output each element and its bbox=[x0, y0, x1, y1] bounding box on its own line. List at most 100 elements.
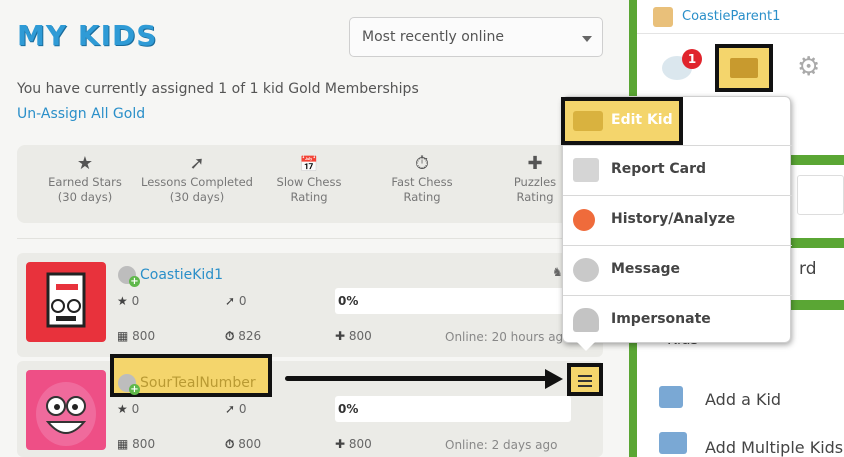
edit-kid-icon bbox=[573, 111, 603, 131]
kid-name-link[interactable]: CoastieKid1 bbox=[140, 267, 223, 283]
hamburger-icon bbox=[571, 367, 599, 387]
kid-stars: ★ 0 bbox=[117, 294, 139, 308]
star-icon: ★ bbox=[117, 402, 128, 416]
kid-puzzle-rating: ✚ 800 bbox=[335, 329, 372, 343]
star-icon: ★ bbox=[76, 153, 94, 174]
sidebar-item-add-kid[interactable]: Add a Kid bbox=[705, 390, 781, 409]
kid-progress-bar: 0% bbox=[335, 288, 571, 314]
stat-fast-chess[interactable]: ⏱ Fast Chess Rating bbox=[362, 145, 482, 205]
calendar-icon: 📅 bbox=[299, 155, 319, 173]
chevron-down-icon bbox=[582, 36, 592, 42]
add-multiple-kids-icon bbox=[659, 432, 687, 454]
kid-row: CoastieKid1 ★ 0 ➚ 0 0% ▦ 800 ⏱ 826 ✚ 800… bbox=[17, 253, 603, 357]
menu-item-history-analyze[interactable]: History/Analyze bbox=[563, 195, 792, 245]
menu-item-label: History/Analyze bbox=[611, 211, 736, 227]
kid-name-link[interactable]: SourTealNumber bbox=[140, 375, 256, 391]
menu-item-edit-kid[interactable]: Edit Kid bbox=[561, 97, 792, 145]
kid-lessons-value: 0 bbox=[238, 294, 247, 308]
avatar[interactable] bbox=[26, 262, 106, 342]
kid-fast-value: 800 bbox=[238, 437, 262, 451]
stopwatch-icon: ⏱ bbox=[414, 153, 430, 174]
menu-item-label: Report Card bbox=[611, 161, 707, 177]
kid-actions-menu: Edit Kid Report Card History/Analyze Mes… bbox=[561, 96, 792, 343]
user-avatar[interactable] bbox=[653, 7, 673, 27]
kid-lessons: ➚ 0 bbox=[225, 402, 247, 416]
kid-progress-bar: 0% bbox=[335, 396, 571, 422]
gear-icon[interactable]: ⚙ bbox=[797, 52, 820, 82]
unassign-gold-link[interactable]: Un-Assign All Gold bbox=[17, 106, 145, 122]
kids-card-icon bbox=[730, 58, 758, 78]
message-icon bbox=[573, 258, 599, 282]
divider bbox=[17, 238, 603, 239]
stopwatch-icon: ⏱ bbox=[225, 329, 235, 343]
kid-puzzle-rating: ✚ 800 bbox=[335, 437, 372, 451]
sidebar-field bbox=[797, 175, 844, 215]
kid-stars-value: 0 bbox=[131, 402, 140, 416]
star-icon: ★ bbox=[117, 294, 128, 308]
stopwatch-icon: ⏱ bbox=[225, 437, 235, 451]
lessons-arrow-icon: ➚ bbox=[225, 294, 236, 308]
kid-puzzle-value: 800 bbox=[348, 437, 372, 451]
report-card-icon bbox=[573, 158, 599, 182]
menu-item-label: Impersonate bbox=[611, 311, 711, 327]
kid-stars: ★ 0 bbox=[117, 402, 139, 416]
stat-earned-stars[interactable]: ★ Earned Stars (30 days) bbox=[25, 145, 145, 205]
avatar[interactable] bbox=[26, 370, 106, 450]
kid-slow-rating: ▦ 800 bbox=[117, 437, 155, 451]
lessons-arrow-icon: ➚ bbox=[189, 153, 205, 174]
kid-fast-rating: ⏱ 800 bbox=[225, 437, 261, 452]
stat-label: Earned Stars bbox=[48, 175, 122, 189]
kids-dashboard-button[interactable] bbox=[715, 44, 773, 92]
magnifier-icon bbox=[573, 209, 595, 231]
page-title: MY KIDS bbox=[17, 19, 158, 52]
stat-lessons-completed[interactable]: ➚ Lessons Completed (30 days) bbox=[137, 145, 257, 205]
kid-stars-value: 0 bbox=[131, 294, 140, 308]
stats-header: ★ Earned Stars (30 days) ➚ Lessons Compl… bbox=[17, 145, 603, 223]
stat-sublabel: (30 days) bbox=[169, 190, 225, 204]
kid-name-wrap: CoastieKid1 bbox=[118, 264, 223, 287]
kid-puzzle-value: 800 bbox=[348, 329, 372, 343]
sidebar-item-add-multiple[interactable]: Add Multiple Kids bbox=[705, 438, 843, 457]
stat-sublabel: Rating bbox=[290, 190, 328, 204]
sidebar-partial-item[interactable]: rd bbox=[799, 259, 816, 279]
calendar-icon: ▦ bbox=[117, 437, 129, 451]
kid-slow-value: 800 bbox=[132, 437, 156, 451]
kid-name-wrap: SourTealNumber bbox=[118, 372, 256, 395]
puzzle-icon: ✚ bbox=[335, 437, 346, 451]
kid-fast-rating: ⏱ 826 bbox=[225, 329, 261, 344]
menu-item-label: Edit Kid bbox=[611, 112, 673, 128]
annotation-arrowhead bbox=[545, 369, 563, 389]
kid-lessons: ➚ 0 bbox=[225, 294, 247, 308]
kid-status-icon bbox=[118, 265, 140, 287]
kid-lessons-value: 0 bbox=[238, 402, 247, 416]
sort-select-value: Most recently online bbox=[362, 29, 504, 45]
kid-slow-value: 800 bbox=[132, 329, 156, 343]
person-icon bbox=[573, 308, 599, 332]
stat-label: Fast Chess bbox=[391, 175, 453, 189]
kid-status-icon bbox=[118, 373, 140, 395]
membership-info: You have currently assigned 1 of 1 kid G… bbox=[17, 81, 419, 97]
kid-slow-rating: ▦ 800 bbox=[117, 329, 155, 343]
add-kid-icon bbox=[659, 386, 683, 408]
annotation-arrow bbox=[285, 376, 547, 381]
stat-sublabel: Rating bbox=[403, 190, 441, 204]
puzzle-icon: ✚ bbox=[335, 329, 346, 343]
stat-label: Lessons Completed bbox=[141, 175, 253, 189]
calendar-icon: ▦ bbox=[117, 329, 129, 343]
sort-select[interactable]: Most recently online bbox=[349, 17, 603, 57]
kid-online-status: Online: 2 days ago bbox=[445, 438, 558, 452]
menu-pointer bbox=[576, 341, 596, 351]
kid-menu-button[interactable] bbox=[567, 363, 603, 396]
lessons-arrow-icon: ➚ bbox=[225, 402, 236, 416]
stat-slow-chess[interactable]: 📅 Slow Chess Rating bbox=[249, 145, 369, 205]
kid-online-status: Online: 20 hours ago bbox=[445, 330, 571, 344]
menu-item-impersonate[interactable]: Impersonate bbox=[563, 295, 792, 343]
stat-label: Slow Chess bbox=[276, 175, 342, 189]
stat-sublabel: (30 days) bbox=[57, 190, 113, 204]
username-link[interactable]: CoastieParent1 bbox=[682, 9, 780, 24]
kid-fast-value: 826 bbox=[238, 329, 262, 343]
menu-item-label: Message bbox=[611, 261, 681, 277]
menu-item-report-card[interactable]: Report Card bbox=[563, 145, 792, 195]
menu-item-message[interactable]: Message bbox=[563, 245, 792, 295]
notification-badge: 1 bbox=[682, 49, 702, 69]
